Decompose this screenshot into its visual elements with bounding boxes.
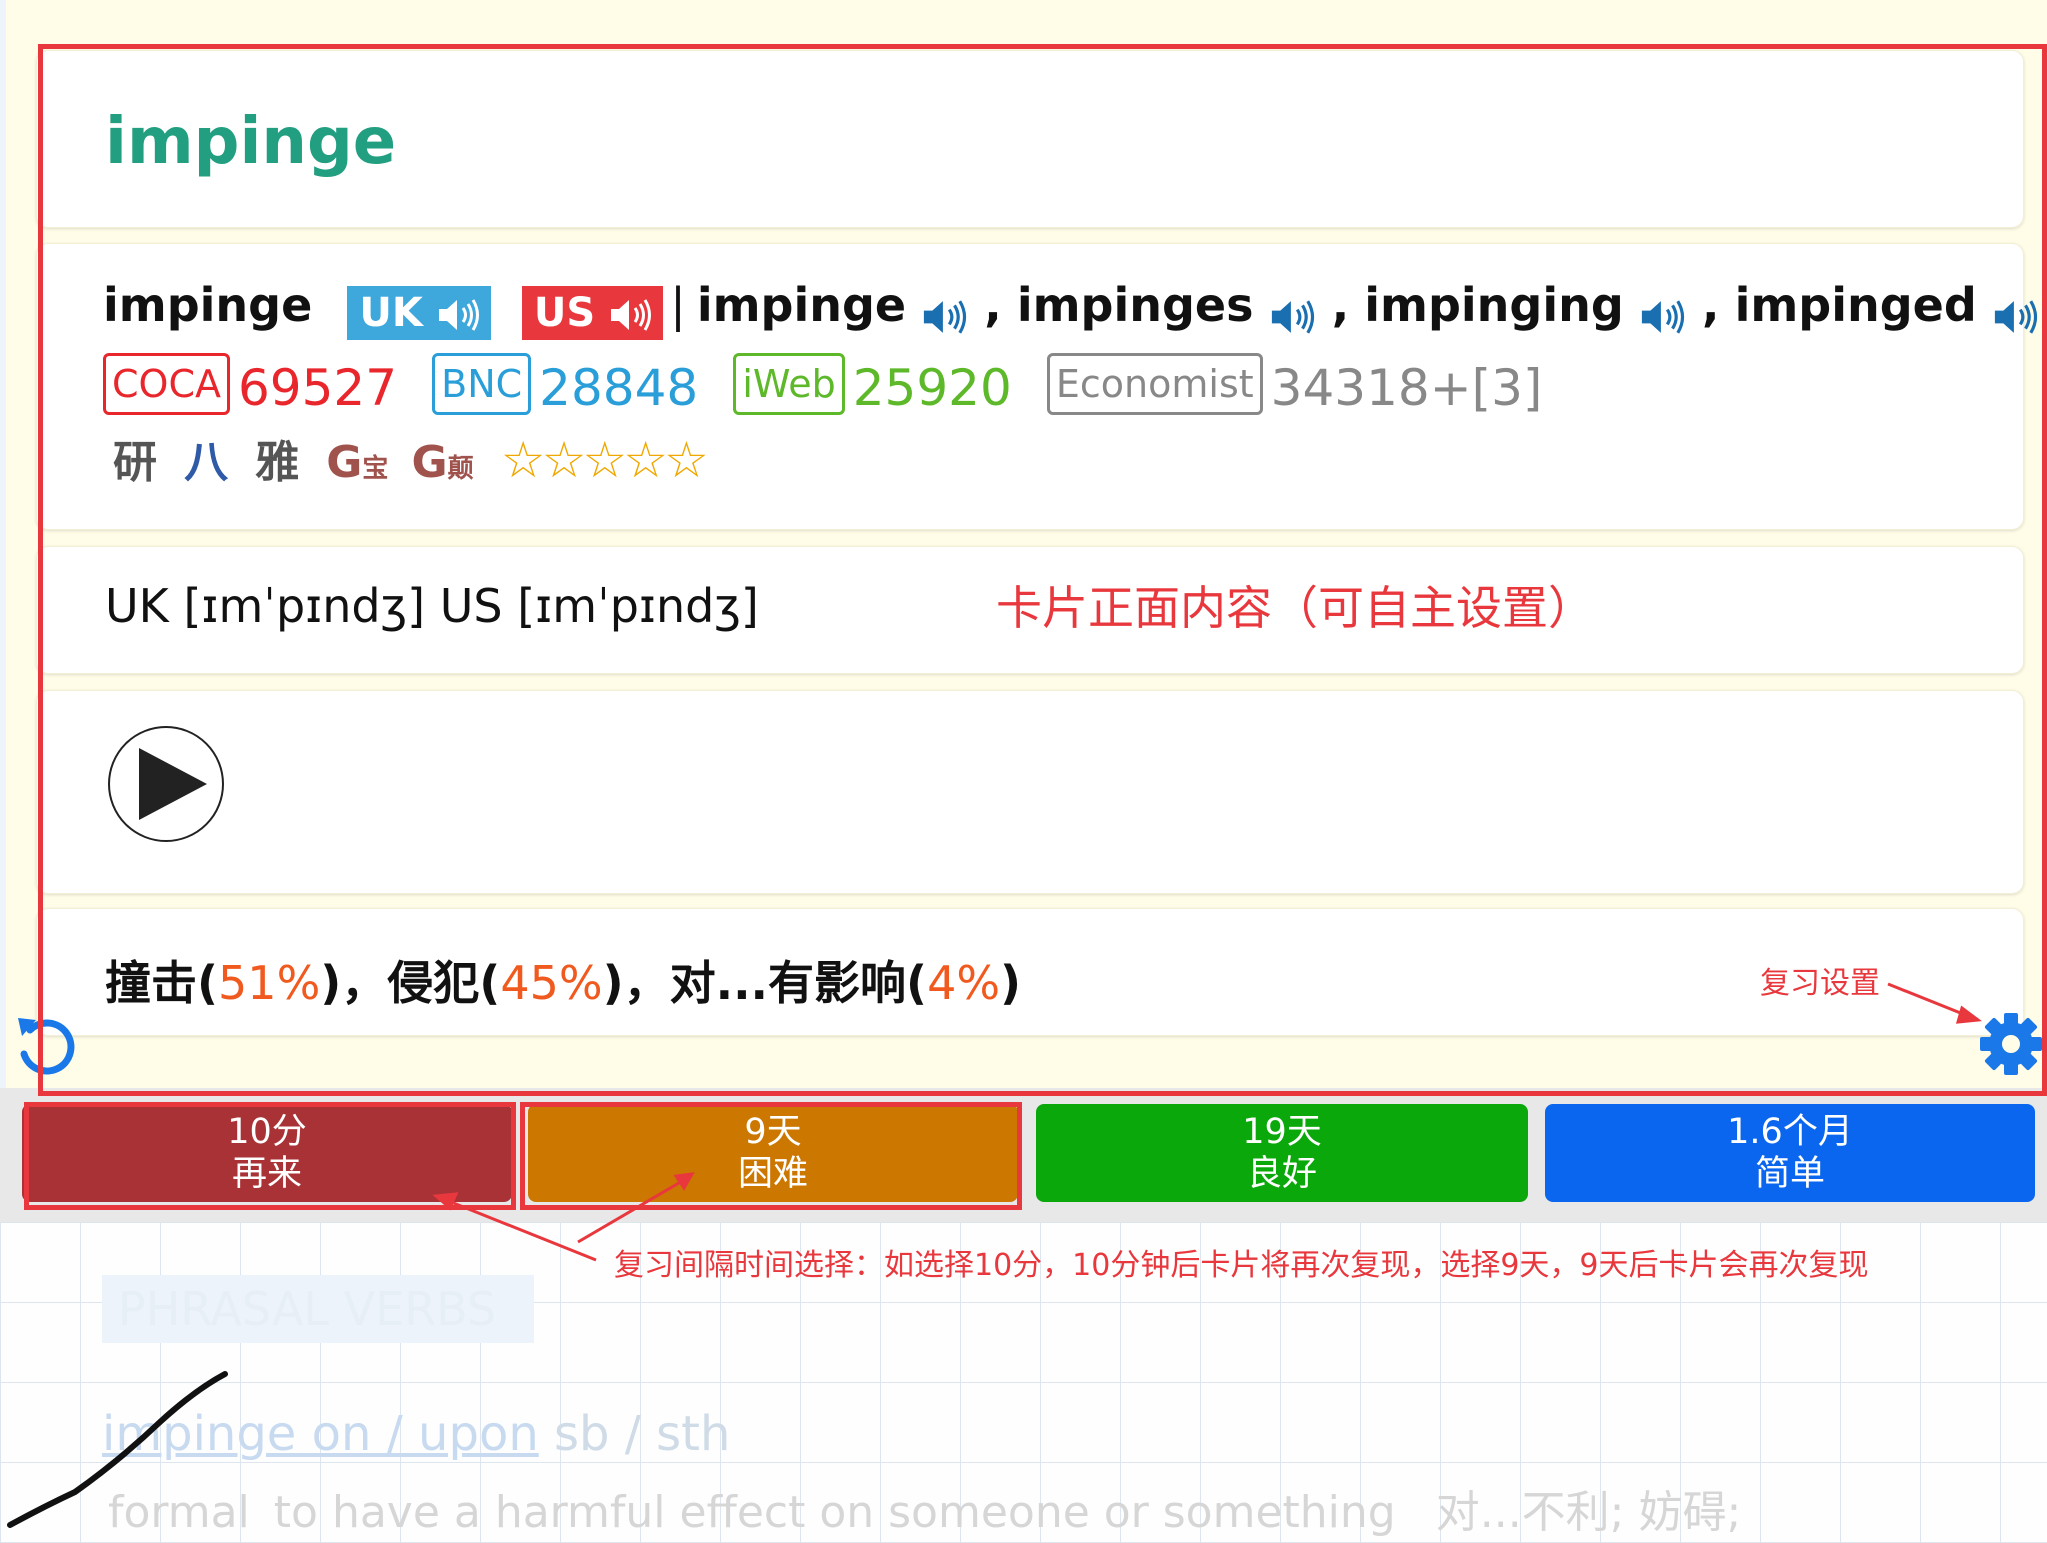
annotation-arrows xyxy=(432,982,1982,1262)
